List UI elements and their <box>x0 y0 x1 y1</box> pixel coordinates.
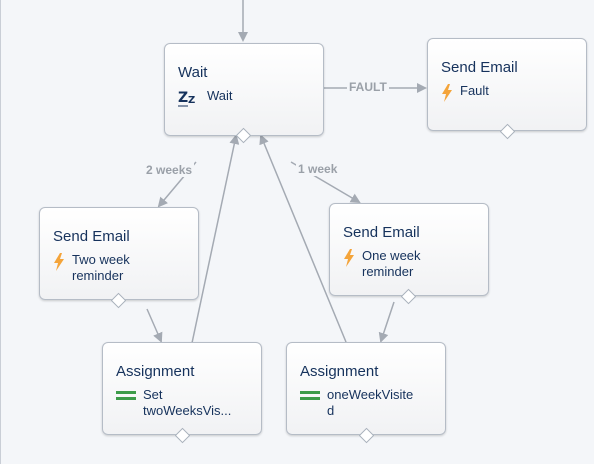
edge-label-one-week: 1 week <box>296 162 340 176</box>
edge-label-two-weeks: 2 weeks <box>144 163 195 177</box>
node-label: oneWeekVisite d <box>327 387 414 418</box>
send-email-fault-node[interactable]: Send Email Fault <box>427 38 587 140</box>
edge-label-fault: FAULT <box>347 80 389 94</box>
assignment-two-weeks-node[interactable]: Assignment Set twoWeeksVis... <box>102 342 262 444</box>
svg-text:Z: Z <box>188 95 195 106</box>
svg-text:Z: Z <box>178 90 188 106</box>
node-label: Set twoWeeksVis... <box>143 387 232 418</box>
node-title: Send Email <box>53 228 130 245</box>
lightning-bolt-icon <box>54 253 64 271</box>
node-label: Wait <box>207 88 233 103</box>
send-email-one-week-node[interactable]: Send Email One week reminder <box>329 203 489 305</box>
lightning-bolt-icon <box>344 249 354 267</box>
node-label: Fault <box>460 83 489 98</box>
wait-node[interactable]: Wait Z Z Wait <box>164 43 324 144</box>
node-title: Send Email <box>343 224 420 241</box>
two-week-to-assign-wire <box>146 308 163 343</box>
wait-zz-icon: Z Z <box>178 90 195 107</box>
flow-canvas[interactable]: FAULT 2 weeks 1 week Wait Z Z Wait Send … <box>0 0 594 464</box>
node-title: Send Email <box>441 59 518 76</box>
one-week-to-assign-wire <box>378 301 395 343</box>
node-title: Assignment <box>300 363 379 380</box>
node-title: Assignment <box>116 363 195 380</box>
node-title: Wait <box>178 64 208 81</box>
assignment-one-week-node[interactable]: Assignment oneWeekVisite d <box>286 342 446 444</box>
node-label: One week reminder <box>362 248 421 279</box>
send-email-two-week-node[interactable]: Send Email Two week reminder <box>39 207 199 309</box>
lightning-bolt-icon <box>442 84 452 102</box>
assignment-equals-icon <box>300 391 320 400</box>
node-label: Two week reminder <box>72 252 130 283</box>
assignment-equals-icon <box>116 391 136 400</box>
